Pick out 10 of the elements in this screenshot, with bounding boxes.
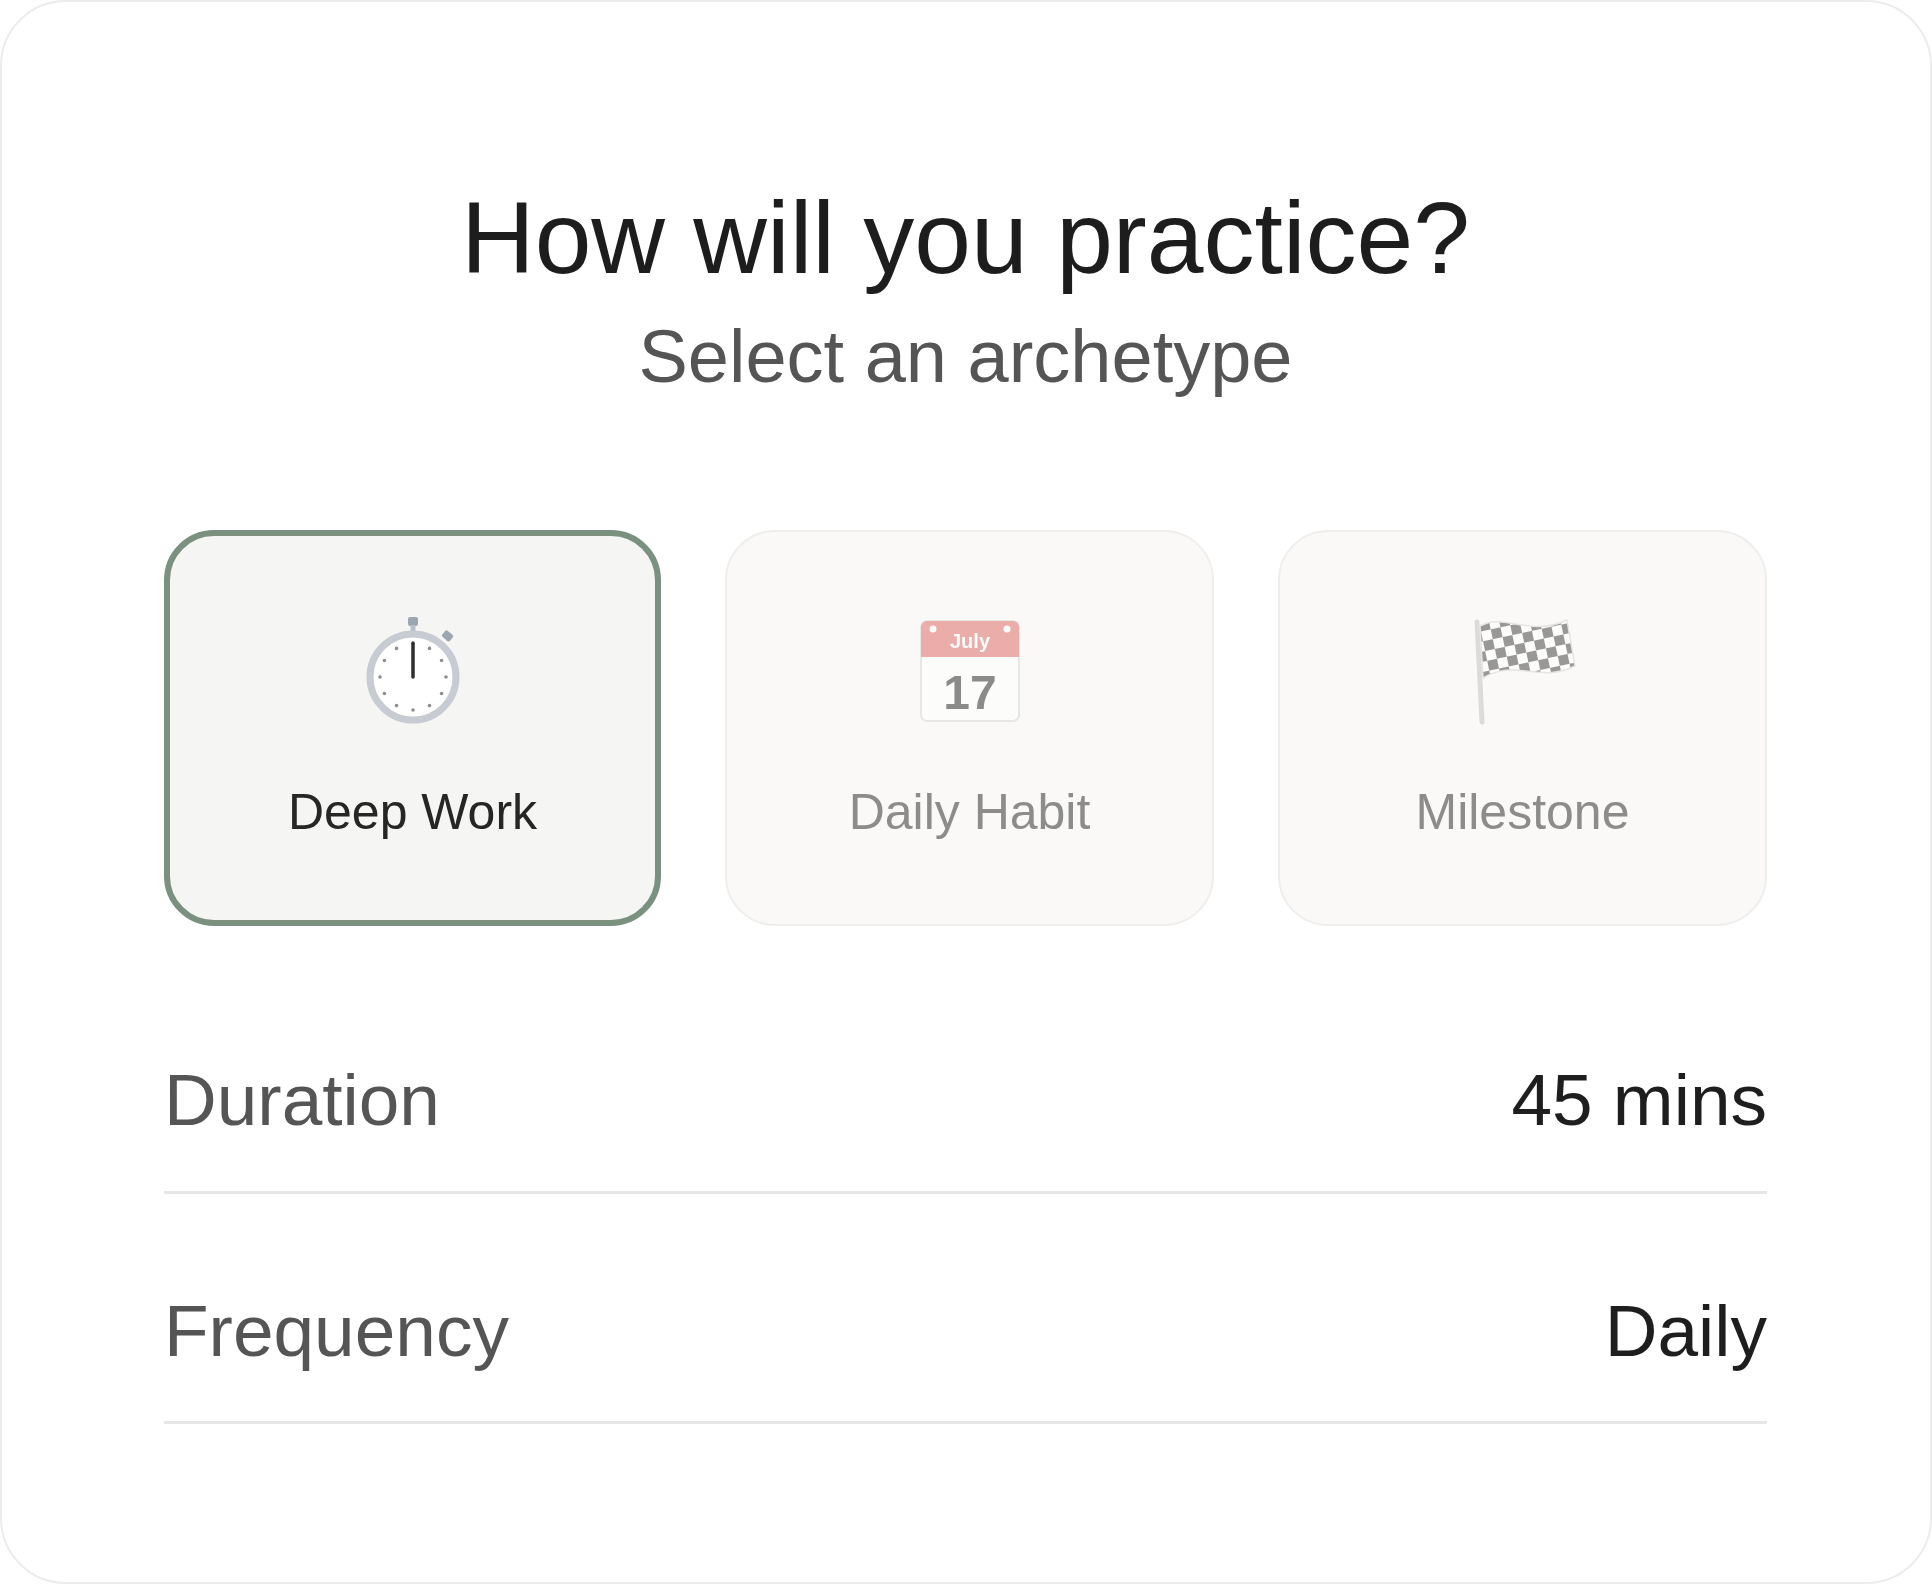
setting-value[interactable]: Daily — [1604, 1286, 1767, 1375]
calendar-month-text: July — [949, 630, 990, 653]
calendar-day-text: 17 — [942, 666, 997, 720]
setting-value[interactable]: 45 mins — [1511, 1056, 1767, 1144]
page-title: How will you practice? — [459, 180, 1471, 297]
stopwatch-icon — [364, 615, 461, 726]
setting-label: Duration — [164, 1058, 440, 1143]
page-subtitle: Select an archetype — [637, 314, 1294, 401]
setting-label: Frequency — [164, 1288, 509, 1373]
archetype-card[interactable]: Deep Work — [164, 530, 661, 927]
